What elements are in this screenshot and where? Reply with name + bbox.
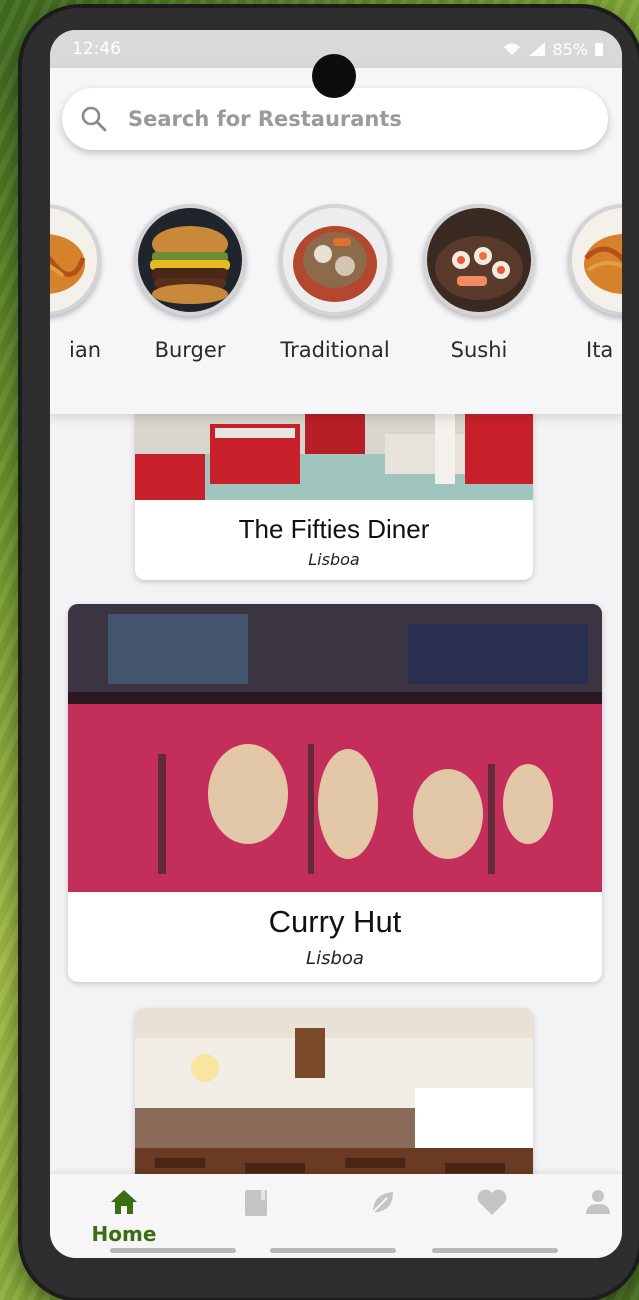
restaurant-photo <box>135 404 533 500</box>
book-icon <box>245 1190 267 1216</box>
app-screen: 12:46 85% Search for Restaurants ian Bur… <box>50 30 622 1258</box>
nav-profile[interactable] <box>558 1188 622 1220</box>
category-item[interactable]: Ita <box>568 204 622 362</box>
restaurant-card[interactable]: The Fifties Diner Lisboa <box>135 404 533 580</box>
search-icon <box>81 106 107 132</box>
restaurant-feed[interactable]: The Fifties Diner Lisboa Curry Hut Lisbo… <box>50 404 622 1208</box>
category-label: Ita <box>586 338 614 362</box>
restaurant-location: Lisboa <box>308 550 360 569</box>
home-icon <box>111 1190 137 1214</box>
battery-icon <box>595 43 603 56</box>
nav-book[interactable] <box>216 1188 296 1222</box>
category-label: Burger <box>154 338 226 362</box>
top-header: Search for Restaurants ian Burger Tradit… <box>50 68 622 414</box>
burger-image <box>134 204 246 316</box>
category-label: Sushi <box>450 338 508 362</box>
restaurant-name: The Fifties Diner <box>238 514 430 544</box>
restaurant-card[interactable]: Curry Hut Lisboa <box>68 604 602 982</box>
category-item[interactable]: ian <box>50 204 101 362</box>
restaurant-location: Lisboa <box>306 948 364 969</box>
status-indicators: 85% <box>502 40 604 59</box>
phone-frame: 12:46 85% Search for Restaurants ian Bur… <box>22 8 639 1298</box>
sushi-image <box>423 204 535 316</box>
pasta-image <box>50 204 101 316</box>
search-input[interactable]: Search for Restaurants <box>128 107 402 131</box>
nav-home[interactable]: Home <box>84 1188 164 1246</box>
category-item[interactable]: Traditional <box>279 204 391 362</box>
gesture-bar <box>110 1248 236 1253</box>
nav-leaf[interactable] <box>343 1188 423 1220</box>
front-camera <box>312 54 356 98</box>
category-label: ian <box>68 338 101 362</box>
wifi-icon <box>504 43 521 55</box>
bottom-navigation: Home <box>50 1174 622 1258</box>
restaurant-name: Curry Hut <box>268 904 402 939</box>
stew-pot-image <box>279 204 391 316</box>
category-label: Traditional <box>280 338 390 362</box>
battery-percent: 85% <box>552 39 588 59</box>
category-carousel[interactable]: ian Burger Traditional Sushi Ita <box>50 204 622 364</box>
heart-icon <box>477 1189 507 1215</box>
signal-icon <box>529 42 546 56</box>
restaurant-photo <box>68 604 602 892</box>
gesture-bar <box>270 1248 396 1253</box>
status-time: 12:46 <box>72 39 121 59</box>
category-item[interactable]: Sushi <box>423 204 535 362</box>
user-icon <box>586 1190 610 1214</box>
leaf-icon <box>372 1192 393 1213</box>
pasta-image <box>568 204 622 316</box>
nav-favorites[interactable] <box>452 1188 532 1220</box>
nav-home-label: Home <box>91 1222 157 1246</box>
category-item[interactable]: Burger <box>134 204 246 362</box>
gesture-bar <box>432 1248 558 1253</box>
